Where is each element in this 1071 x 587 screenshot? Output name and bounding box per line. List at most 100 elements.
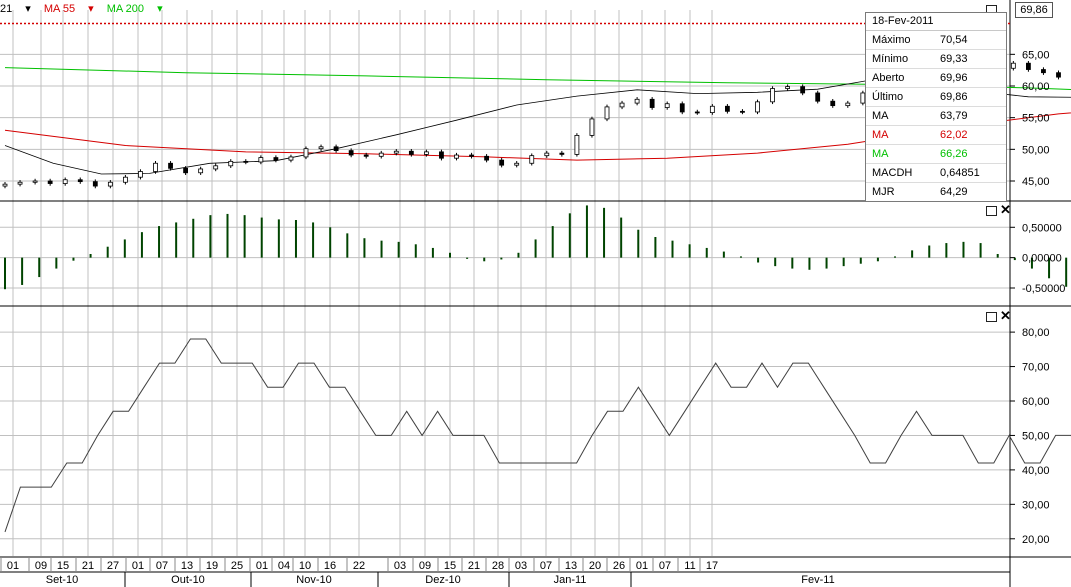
info-value: 70,54 bbox=[940, 34, 968, 46]
candle bbox=[213, 163, 219, 172]
candle-body bbox=[408, 150, 414, 155]
info-value: 62,02 bbox=[940, 129, 968, 141]
candle bbox=[649, 97, 655, 110]
candle bbox=[574, 133, 580, 157]
candle bbox=[333, 144, 339, 153]
candle-body bbox=[785, 86, 790, 89]
y-tick-label: 55,00 bbox=[1022, 113, 1050, 125]
x-day-tick-label: 07 bbox=[540, 560, 552, 572]
x-day-tick-label: 07 bbox=[156, 560, 168, 572]
x-day-tick-label: 09 bbox=[35, 560, 47, 572]
candle-body bbox=[213, 165, 219, 170]
candle-body bbox=[363, 154, 369, 157]
y-tick-label: 65,00 bbox=[1022, 49, 1050, 61]
candle bbox=[469, 152, 474, 159]
x-day-tick-label: 19 bbox=[206, 560, 218, 572]
info-value: 69,33 bbox=[940, 53, 968, 65]
x-day-tick-label: 21 bbox=[468, 560, 480, 572]
candle bbox=[1026, 60, 1031, 72]
x-day-tick-label: 26 bbox=[613, 560, 625, 572]
candle-body bbox=[529, 155, 535, 164]
candle-body bbox=[454, 154, 459, 159]
info-row: MA 63,79 bbox=[866, 107, 1006, 126]
legend-ma55[interactable]: MA 55 ▾ bbox=[44, 3, 94, 15]
candle bbox=[709, 104, 715, 115]
candle bbox=[544, 150, 550, 158]
x-day-tick-label: 16 bbox=[324, 560, 336, 572]
candle bbox=[1056, 70, 1061, 80]
x-day-tick-label: 25 bbox=[231, 560, 243, 572]
candle-body bbox=[17, 181, 23, 185]
info-label: Mínimo bbox=[872, 53, 909, 65]
info-row: MJR 64,29 bbox=[866, 183, 1006, 201]
candle bbox=[619, 100, 625, 110]
candle-body bbox=[183, 167, 189, 174]
macd-pane-maximize-button[interactable] bbox=[986, 206, 997, 216]
y-tick-label: 70,00 bbox=[1022, 362, 1050, 374]
candle bbox=[845, 100, 851, 108]
candle bbox=[318, 144, 324, 151]
candle-body bbox=[770, 88, 775, 103]
candle-body bbox=[845, 102, 851, 107]
candle-body bbox=[589, 118, 595, 136]
candle-body bbox=[228, 160, 234, 167]
candle-body bbox=[2, 183, 8, 187]
candle bbox=[499, 157, 505, 168]
candle-body bbox=[559, 152, 565, 155]
candle-body bbox=[32, 180, 38, 183]
x-day-tick-label: 10 bbox=[299, 560, 311, 572]
candle-body bbox=[333, 146, 339, 152]
legend-ma21[interactable]: 21 ▾ bbox=[0, 3, 31, 15]
candle bbox=[664, 101, 670, 110]
candle-body bbox=[303, 148, 309, 158]
candle-body bbox=[725, 105, 730, 112]
y-tick-label: 60,00 bbox=[1022, 396, 1050, 408]
candle-body bbox=[574, 134, 580, 155]
candle bbox=[77, 177, 83, 184]
osc-pane-close-icon[interactable]: ✕ bbox=[1000, 309, 1011, 322]
candle bbox=[32, 178, 38, 185]
candle-body bbox=[77, 179, 83, 183]
candle-body bbox=[243, 160, 249, 163]
candle-body bbox=[815, 92, 821, 102]
info-row: Máximo 70,54 bbox=[866, 31, 1006, 50]
candle bbox=[484, 154, 490, 163]
y-tick-label: 45,00 bbox=[1022, 176, 1050, 188]
x-day-tick-label: 20 bbox=[589, 560, 601, 572]
legend-ma200[interactable]: MA 200 ▾ bbox=[107, 3, 163, 15]
candle bbox=[123, 174, 128, 185]
x-month-label: Out-10 bbox=[171, 574, 205, 586]
candle-body bbox=[830, 100, 836, 107]
candle bbox=[153, 161, 158, 174]
x-day-tick-label: 07 bbox=[659, 560, 671, 572]
info-rows: Máximo 70,54 Mínimo 69,33 Aberto 69,96 Último 6… bbox=[866, 31, 1006, 201]
candle-body bbox=[740, 110, 745, 113]
candle-body bbox=[123, 176, 128, 183]
legend-strip: 21 ▾ MA 55 ▾ MA 200 ▾ bbox=[0, 2, 173, 16]
candle-body bbox=[92, 181, 98, 187]
candle-body bbox=[153, 162, 158, 172]
x-day-tick-label: 03 bbox=[394, 560, 406, 572]
info-row: Último 69,86 bbox=[866, 88, 1006, 107]
candle bbox=[138, 169, 143, 180]
candle bbox=[679, 101, 685, 115]
candle-body bbox=[393, 150, 399, 154]
x-day-tick-label: 01 bbox=[132, 560, 144, 572]
candle bbox=[303, 146, 309, 160]
candle-body bbox=[273, 157, 279, 161]
info-value: 69,96 bbox=[940, 72, 968, 84]
x-day-tick-label: 13 bbox=[565, 560, 577, 572]
candle-body bbox=[439, 151, 444, 159]
candle bbox=[47, 178, 53, 186]
candle-body bbox=[348, 150, 354, 156]
info-value: 0,64851 bbox=[940, 167, 980, 179]
candle-body bbox=[62, 179, 68, 184]
x-day-tick-label: 15 bbox=[57, 560, 69, 572]
macd-pane-close-icon[interactable]: ✕ bbox=[1000, 203, 1011, 216]
candle bbox=[770, 86, 775, 105]
y-tick-label: -0,50000 bbox=[1022, 283, 1065, 295]
candle bbox=[694, 109, 700, 115]
candle bbox=[273, 155, 279, 163]
osc-pane-maximize-button[interactable] bbox=[986, 312, 997, 322]
mjr-line bbox=[4, 338, 1071, 533]
